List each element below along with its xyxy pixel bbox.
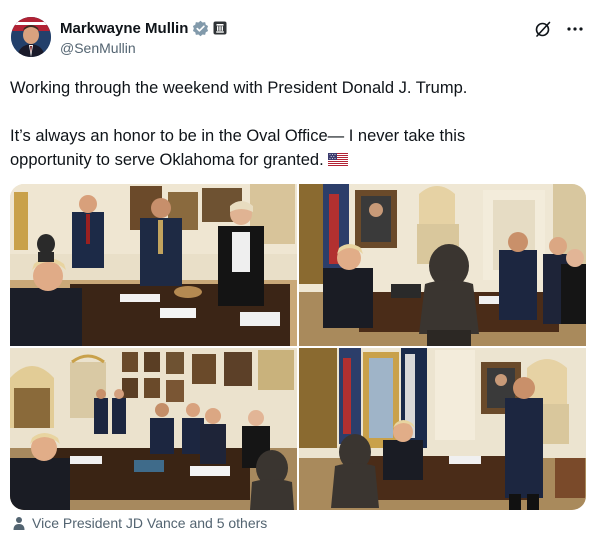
author-handle[interactable]: @SenMullin — [60, 40, 136, 56]
post-text-line-1: Working through the weekend with Preside… — [10, 79, 468, 97]
grok-icon[interactable] — [534, 20, 552, 38]
photo-3[interactable] — [10, 348, 297, 510]
us-flag-icon — [327, 153, 348, 166]
post-text-line-3: opportunity to serve Oklahoma for grante… — [10, 149, 570, 172]
author-name[interactable]: Markwayne Mullin — [60, 20, 188, 37]
photo-grid — [10, 184, 586, 510]
photo-2[interactable] — [299, 184, 586, 346]
verified-badge-icon — [193, 20, 209, 36]
more-icon[interactable] — [566, 20, 584, 38]
photo-1[interactable] — [10, 184, 297, 346]
tagged-users-label: Vice President JD Vance and 5 others — [32, 515, 268, 531]
photo-4[interactable] — [299, 348, 586, 510]
post-text-line-2: It’s always an honor to be in the Oval O… — [10, 127, 466, 145]
tagged-users[interactable]: Vice President JD Vance and 5 others — [12, 515, 267, 531]
person-icon — [13, 517, 25, 530]
government-badge-icon — [213, 21, 227, 35]
avatar[interactable] — [11, 17, 51, 57]
